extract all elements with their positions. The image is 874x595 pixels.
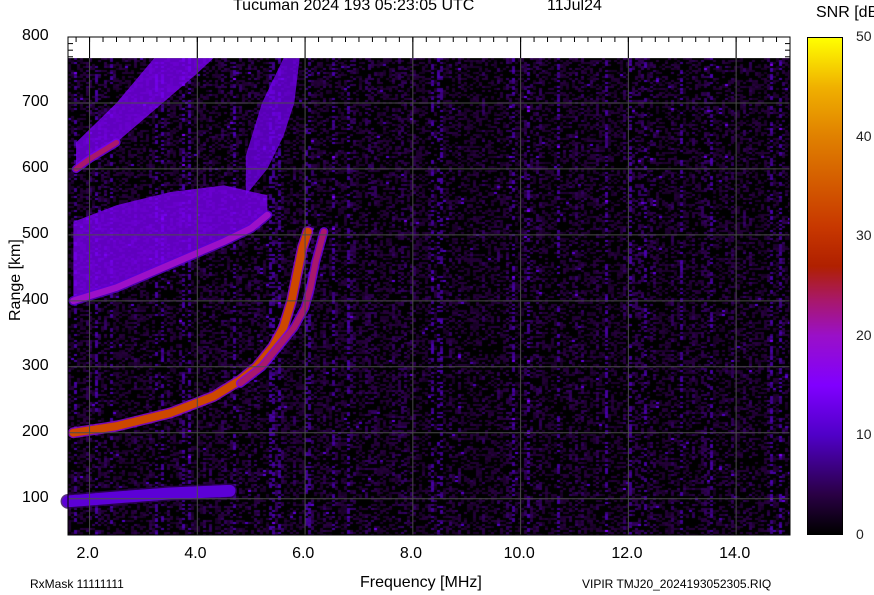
ionogram-plot [60,36,843,536]
y-tick-label: 300 [22,356,49,374]
colorbar-tick-label: 40 [856,127,872,144]
x-tick-label: 2.0 [76,545,99,562]
colorbar-tick-label: 50 [856,28,872,44]
spread-region [245,58,300,196]
colorbar-tick-label: 0 [856,526,864,542]
colorbar [807,37,843,535]
x-tick-label: 14.0 [719,545,751,562]
y-tick-label: 100 [22,488,49,506]
y-tick-label: 600 [22,158,49,176]
colorbar-tick-label: 10 [856,426,872,443]
trace-halo [235,227,329,388]
trace-line [237,228,327,387]
x-tick-label: 4.0 [184,545,207,562]
colorbar-tick-label: 30 [856,227,872,244]
plot-frame [67,36,791,536]
colorbar-tick-label: 20 [856,326,872,343]
x-tick-label: 8.0 [399,545,423,562]
y-tick-label: 500 [22,224,49,242]
y-tick-label: 800 [22,27,49,44]
x-tick-label: 10.0 [503,545,535,562]
y-tick-label: 700 [22,92,49,110]
x-tick-label: 6.0 [292,545,315,562]
no-data-strip [68,37,790,59]
x-tick-label: 12.0 [611,545,643,562]
spread-region [73,185,268,301]
y-tick-label: 200 [22,422,49,440]
y-tick-label: 400 [22,290,49,308]
